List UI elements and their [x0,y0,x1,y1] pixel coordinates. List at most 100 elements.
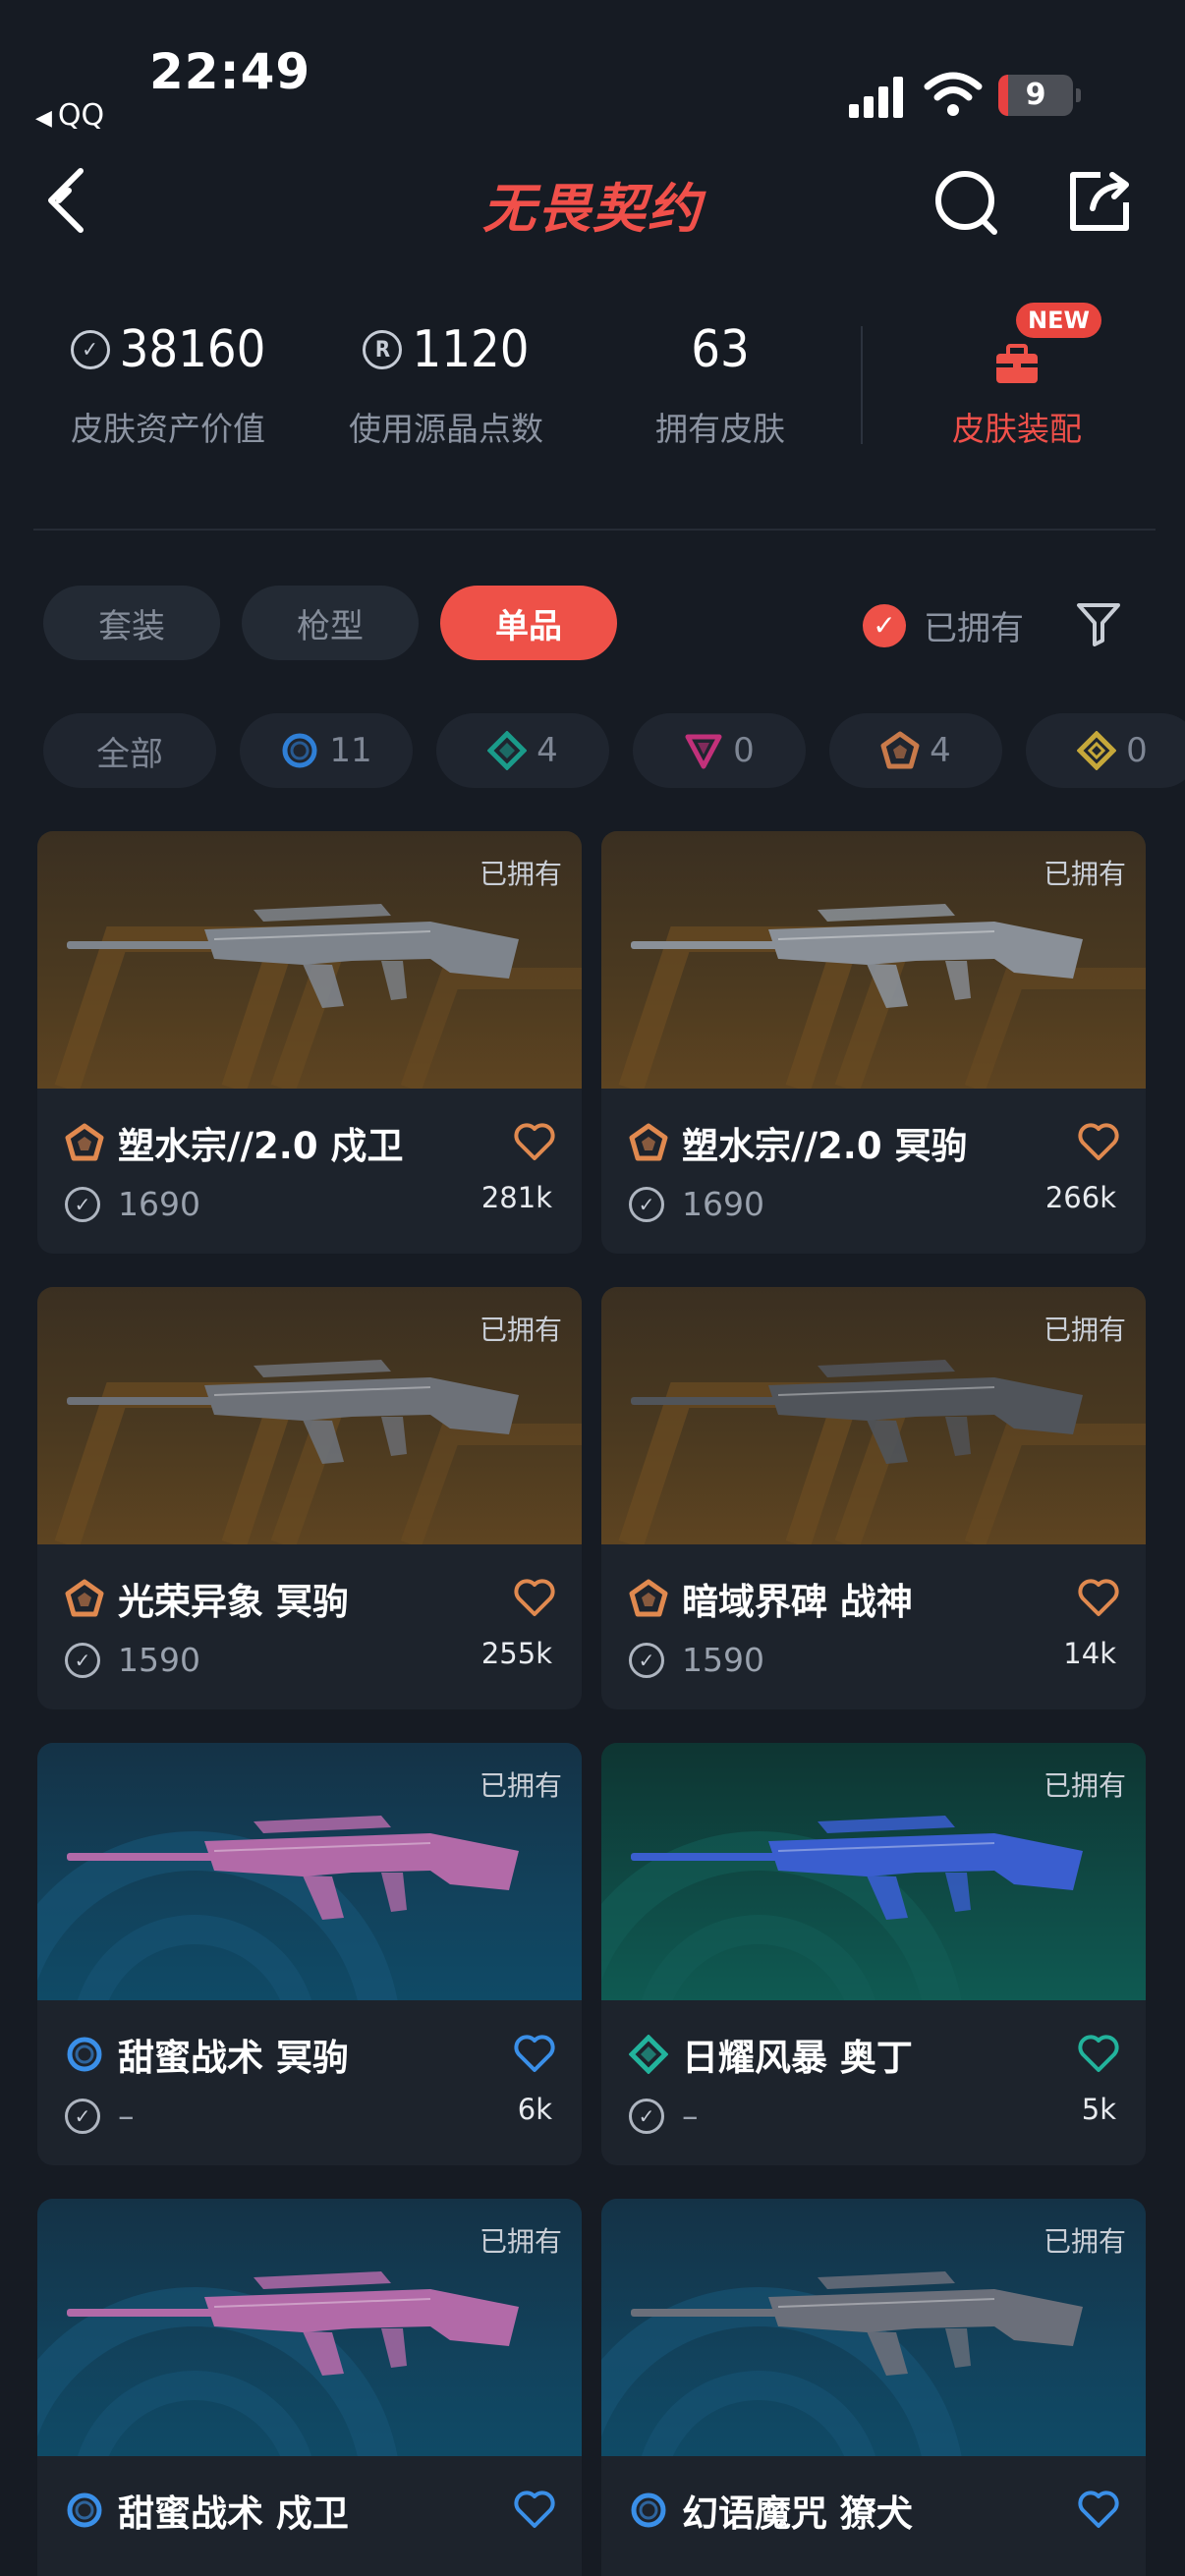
chip-count: 4 [536,731,558,770]
skin-loadout-label: 皮肤装配 [952,410,1082,448]
skin-name: 幻语魔咒 獠犬 [682,2492,913,2535]
tab-bundles[interactable]: 套装 [43,586,220,660]
price-value: – [118,2097,135,2135]
skin-card[interactable]: 已拥有 甜蜜战术 冥驹 ✓ – 6k [37,1743,582,2165]
skin-card[interactable]: 已拥有 日耀风暴 奥丁 ✓ – 5k [601,1743,1146,2165]
skin-name-row: 甜蜜战术 冥驹 [65,2028,349,2081]
likes-count: 266k [1044,1181,1116,1214]
deluxe-tier-icon [487,731,528,770]
stat-label: 使用源晶点数 [349,410,543,448]
skin-card-image-area: 已拥有 [37,2199,582,2456]
skin-card-image-area: 已拥有 [37,831,582,1089]
likes-count: 6k [517,2093,552,2126]
price-value: 1690 [118,1185,200,1223]
exclusive-tier-icon [65,1123,104,1161]
skin-card[interactable]: 已拥有 塑水宗//2.0 戍卫 ✓ 1690 281k [37,831,582,1254]
back-to-app-link[interactable]: ◀ QQ [35,98,104,133]
favorite-heart-icon[interactable] [1077,1122,1120,1161]
chip-count: 4 [930,731,951,770]
vp-coin-icon: ✓ [65,2098,100,2134]
skin-name: 甜蜜战术 戍卫 [118,2492,349,2535]
skin-name-row: 日耀风暴 奥丁 [629,2028,913,2081]
filter-funnel-icon[interactable] [1075,601,1122,646]
favorite-heart-icon[interactable] [513,1122,556,1161]
owned-tag: 已拥有 [479,2225,562,2258]
share-icon[interactable] [1067,169,1132,234]
skin-card[interactable]: 已拥有 光荣异象 冥驹 ✓ 1590 255k [37,1287,582,1709]
chip-label: 全部 [96,734,163,774]
chip-deluxe-tier[interactable]: 4 [436,713,609,788]
owned-filter-toggle[interactable]: ✓ 已拥有 [863,601,1024,649]
chip-ultra-tier[interactable]: 0 [1026,713,1185,788]
cellular-signal-icon [849,77,904,118]
owned-filter-label: 已拥有 [924,609,1024,648]
skin-card[interactable]: 已拥有 塑水宗//2.0 冥驹 ✓ 1690 266k [601,831,1146,1254]
tab-single-items[interactable]: 单品 [440,586,617,660]
skin-name: 日耀风暴 奥丁 [682,2037,913,2079]
weapon-skin-image [67,1360,519,1464]
skin-name-row: 甜蜜战术 戍卫 [65,2484,349,2537]
skin-name: 塑水宗//2.0 冥驹 [682,1125,968,1167]
stat-value: 63 [691,320,750,379]
battery-icon: 9 [998,75,1081,116]
section-divider [33,529,1156,531]
checkmark-icon: ✓ [863,603,906,647]
likes-count: 255k [480,1637,552,1670]
skin-name: 甜蜜战术 冥驹 [118,2037,349,2079]
price-value: 1590 [682,1641,764,1679]
chip-exclusive-tier[interactable]: 4 [829,713,1002,788]
skin-card-image-area: 已拥有 [37,1287,582,1544]
favorite-heart-icon[interactable] [513,1578,556,1617]
skin-name: 暗域界碑 战神 [682,1581,913,1623]
likes-count: 5k [1081,2093,1116,2126]
back-triangle-icon: ◀ [35,106,52,131]
search-icon[interactable] [933,169,1000,236]
select-tier-icon [631,2492,666,2528]
stat-owned-skins: 63 拥有皮肤 [617,314,823,450]
skin-card[interactable]: 已拥有 幻语魔咒 獠犬 [601,2199,1146,2576]
status-bar: 22:49 ◀ QQ 9 [0,0,1185,147]
select-tier-icon [282,733,317,768]
skin-name-row: 暗域界碑 战神 [629,1572,913,1625]
new-badge: NEW [1016,303,1101,338]
favorite-heart-icon[interactable] [1077,2034,1120,2073]
battery-level: 9 [1025,78,1046,112]
chip-count: 0 [1126,731,1148,770]
likes-count: 281k [480,1181,552,1214]
page-title: 无畏契约 [482,178,703,240]
skin-card-image-area: 已拥有 [601,1287,1146,1544]
deluxe-tier-icon [629,2035,668,2074]
skin-price: ✓ 1590 [629,1641,764,1679]
skin-card[interactable]: 已拥有 暗域界碑 战神 ✓ 1590 14k [601,1287,1146,1709]
favorite-heart-icon[interactable] [513,2034,556,2073]
weapon-skin-image [67,2271,519,2376]
select-tier-icon [67,2037,102,2072]
favorite-heart-icon[interactable] [513,2490,556,2529]
exclusive-tier-icon [629,1123,668,1161]
chip-count: 11 [329,731,372,770]
skin-card[interactable]: 已拥有 甜蜜战术 戍卫 [37,2199,582,2576]
tab-weapon-types[interactable]: 枪型 [242,586,419,660]
ultra-tier-icon [1077,731,1117,770]
price-value: – [682,2097,699,2135]
weapon-skin-image [631,1360,1083,1464]
chip-premium-tier[interactable]: 0 [633,713,806,788]
favorite-heart-icon[interactable] [1077,2490,1120,2529]
favorite-heart-icon[interactable] [1077,1578,1120,1617]
toolbox-icon [996,344,1038,383]
weapon-skin-image [631,904,1083,1008]
stat-label: 皮肤资产价值 [71,410,265,448]
chip-count: 0 [733,731,755,770]
stat-asset-value: ✓ 38160 皮肤资产价值 [61,314,275,450]
skin-name-row: 塑水宗//2.0 冥驹 [629,1116,967,1169]
price-value: 1590 [118,1641,200,1679]
vp-coin-icon: ✓ [65,1186,100,1222]
stat-value: 1120 [412,320,530,379]
wifi-icon [924,72,983,116]
chip-all[interactable]: 全部 [43,713,216,788]
stat-radianite: R 1120 使用源晶点数 [339,314,553,450]
chip-select-tier[interactable]: 11 [240,713,413,788]
exclusive-tier-icon [629,1579,668,1617]
skin-loadout-button[interactable]: 皮肤装配 [884,314,1150,450]
stats-bar: ✓ 38160 皮肤资产价值 R 1120 使用源晶点数 63 拥有皮肤 皮肤装配 [0,314,1185,472]
